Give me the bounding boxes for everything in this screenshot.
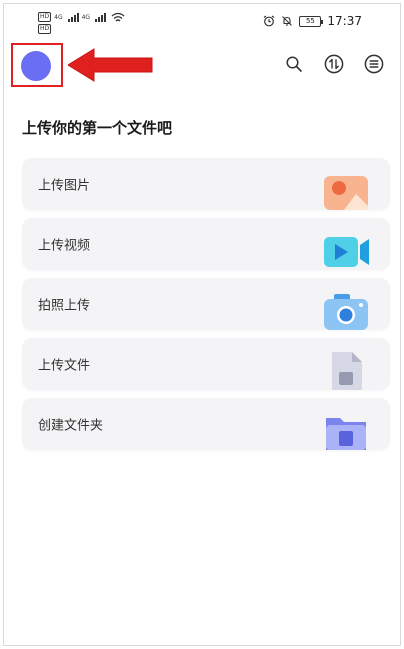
- menu-icon[interactable]: [364, 54, 384, 74]
- create-folder-label: 创建文件夹: [38, 418, 104, 434]
- upload-video-button[interactable]: 上传视频: [22, 218, 390, 270]
- file-icon: [332, 352, 362, 390]
- network-type: 4G: [54, 13, 63, 21]
- upload-file-label: 上传文件: [38, 358, 91, 374]
- sim1-row: HD 4G 4G: [38, 12, 107, 22]
- status-bar: HD 4G 4G HD 55 17:37: [4, 4, 400, 38]
- mute-icon: [282, 16, 293, 26]
- avatar[interactable]: [21, 51, 51, 81]
- folder-icon: [326, 418, 366, 450]
- network-type: 4G: [81, 13, 91, 21]
- app-frame: HD 4G 4G HD 55 17:37 上传你的第一个文件吧 上传图片 上传视…: [3, 3, 401, 646]
- signal-icon: [67, 12, 79, 22]
- signal-icon: [95, 12, 107, 22]
- status-bar-right: 55 17:37: [263, 14, 362, 28]
- page-title: 上传你的第一个文件吧: [22, 119, 173, 137]
- status-bar-left: HD 4G 4G HD: [38, 11, 138, 35]
- transfer-icon[interactable]: [324, 54, 344, 74]
- upload-video-label: 上传视频: [38, 238, 91, 254]
- hd-badge: HD: [38, 24, 52, 34]
- upload-actions-list: 上传图片 上传视频 拍照上传 上传文件 创建文件夹: [22, 158, 390, 458]
- battery-icon: 55: [299, 15, 324, 27]
- status-time: 17:37: [327, 14, 362, 28]
- camera-icon: [324, 294, 368, 330]
- create-folder-button[interactable]: 创建文件夹: [22, 398, 390, 450]
- video-icon: [324, 237, 369, 267]
- arrow-icon: [68, 48, 153, 82]
- sim2-row: HD: [38, 24, 52, 34]
- take-photo-upload-button[interactable]: 拍照上传: [22, 278, 390, 330]
- upload-file-button[interactable]: 上传文件: [22, 338, 390, 390]
- alarm-icon: [264, 15, 275, 27]
- search-icon[interactable]: [284, 54, 304, 74]
- header-actions: [284, 54, 384, 74]
- image-icon: [324, 176, 368, 210]
- upload-image-button[interactable]: 上传图片: [22, 158, 390, 210]
- wifi-icon: [111, 12, 125, 22]
- upload-image-label: 上传图片: [38, 178, 91, 194]
- hd-badge: HD: [38, 12, 52, 22]
- avatar-highlight-box: [11, 43, 63, 87]
- take-photo-label: 拍照上传: [38, 298, 91, 314]
